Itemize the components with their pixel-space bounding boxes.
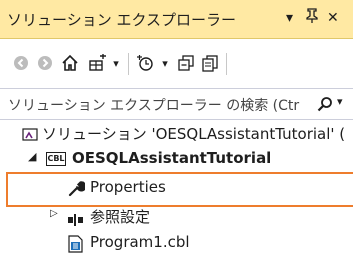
back-icon[interactable] [12, 52, 30, 74]
wrench-icon [68, 180, 87, 201]
tree-item-properties[interactable]: Properties [0, 176, 353, 202]
expand-arrow-icon[interactable]: ▷ [50, 208, 58, 219]
search-input[interactable]: ソリューション エクスプローラー の検索 (Ctr [8, 95, 299, 115]
tree-item-project[interactable]: ◢ CBL OESQLAssistantTutorial [0, 147, 353, 173]
tree-item-project-label: OESQLAssistantTutorial [72, 149, 272, 167]
references-icon [68, 211, 84, 230]
tree-item-properties-label: Properties [90, 178, 166, 196]
tree-item-solution-label: ソリューション 'OESQLAssistantTutorial' ( [42, 125, 346, 143]
switch-views-icon[interactable] [88, 52, 108, 74]
pin-icon[interactable] [305, 8, 319, 30]
tree-item-solution[interactable]: ソリューション 'OESQLAssistantTutorial' ( [0, 121, 353, 147]
dropdown-arrow-icon[interactable]: ▾ [160, 52, 170, 74]
window-position-dropdown-icon[interactable]: ▾ [286, 8, 293, 28]
tool-window-title-bar: ソリューション エクスプローラー ▾ ✕ [0, 0, 353, 39]
toolbar-separator [128, 53, 129, 75]
search-icon[interactable] [317, 96, 333, 116]
close-icon[interactable]: ✕ [327, 8, 339, 28]
forward-icon[interactable] [36, 52, 54, 74]
tree-item-references-label: 参照設定 [90, 208, 151, 226]
tree-item-program[interactable]: Program1.cbl [0, 231, 353, 257]
tree-item-references[interactable]: ▷ 参照設定 [0, 204, 353, 230]
search-box[interactable]: ソリューション エクスプローラー の検索 (Ctr ▾ [0, 88, 353, 120]
search-options-dropdown-icon[interactable]: ▾ [337, 95, 343, 108]
toolbar-separator [226, 53, 227, 75]
solution-icon [22, 127, 38, 146]
tree-item-program-label: Program1.cbl [90, 233, 190, 251]
cobol-file-icon [68, 235, 83, 257]
home-icon[interactable] [60, 52, 80, 74]
cobol-project-icon: CBL [46, 152, 66, 166]
window-title: ソリューション エクスプローラー [7, 11, 237, 29]
show-all-files-icon[interactable] [200, 52, 220, 74]
collapse-all-icon[interactable] [176, 52, 196, 74]
dropdown-arrow-icon[interactable]: ▾ [111, 52, 121, 74]
solution-explorer-toolbar: ▾ ▾ [0, 40, 353, 87]
collapse-arrow-icon[interactable]: ◢ [28, 150, 36, 163]
pending-changes-icon[interactable] [134, 52, 156, 74]
